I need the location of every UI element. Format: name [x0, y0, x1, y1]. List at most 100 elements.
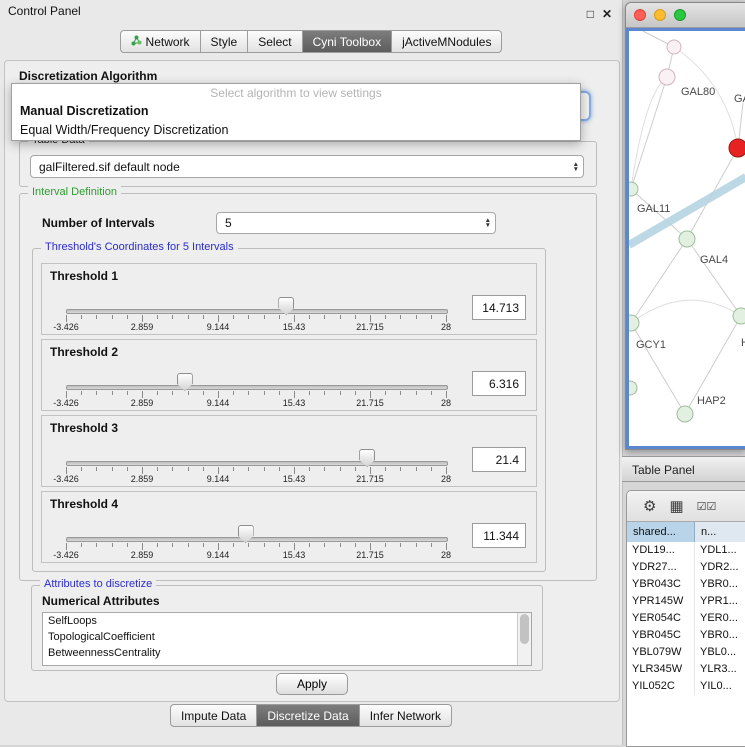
network-node[interactable] — [659, 69, 675, 85]
tab-cyni-toolbox[interactable]: Cyni Toolbox — [303, 30, 392, 53]
network-node[interactable] — [729, 139, 745, 157]
slider-track[interactable] — [66, 537, 448, 542]
zoom-window-icon[interactable] — [674, 9, 686, 21]
column-header-shared-name[interactable]: shared... — [627, 522, 695, 542]
table-data-combo-value: galFiltered.sif default node — [39, 160, 180, 174]
threshold-label: Threshold 3 — [50, 421, 118, 435]
tick-mark — [446, 467, 447, 474]
tick-mark — [431, 315, 432, 319]
network-node[interactable] — [667, 40, 681, 54]
network-node[interactable] — [733, 308, 745, 324]
table-cell: YER054C — [627, 610, 695, 627]
threshold-value-field[interactable]: 14.713 — [472, 295, 526, 320]
tick-mark — [279, 543, 280, 547]
table-window: ⚙ ▦ ☑☑ shared... n... YDL19...YDL1...YDR… — [626, 490, 745, 747]
network-node[interactable] — [629, 182, 638, 196]
threshold-value-field[interactable]: 21.4 — [472, 447, 526, 472]
tab-infer-network[interactable]: Infer Network — [360, 704, 452, 727]
network-node[interactable] — [629, 381, 637, 395]
table-panel-header: Table Panel — [622, 456, 745, 482]
table-cell: YIL0... — [695, 678, 745, 695]
table-row[interactable]: YIL052CYIL0... — [627, 678, 745, 695]
network-node[interactable] — [679, 231, 695, 247]
tab-select[interactable]: Select — [248, 30, 302, 53]
slider-track[interactable] — [66, 461, 448, 466]
tab-label: Impute Data — [181, 709, 246, 723]
network-edge[interactable] — [631, 323, 685, 414]
table-row[interactable]: YBR043CYBR0... — [627, 576, 745, 593]
tab-jactivemnodules[interactable]: jActiveMNodules — [392, 30, 502, 53]
tab-label: Cyni Toolbox — [313, 35, 381, 49]
network-node-label: GCY1 — [636, 339, 666, 351]
network-edge[interactable] — [631, 77, 667, 189]
scale-label: 9.144 — [207, 398, 230, 408]
list-item[interactable]: SelfLoops — [43, 613, 531, 629]
table-cell: YLR345W — [627, 661, 695, 678]
table-rows: YDL19...YDL1...YDR27...YDR2...YBR043CYBR… — [627, 542, 745, 746]
threshold-value-field[interactable]: 6.316 — [472, 371, 526, 396]
algorithm-option[interactable]: Manual Discretization — [12, 102, 580, 121]
table-row[interactable]: YBL079WYBL0... — [627, 644, 745, 661]
tick-mark — [340, 315, 341, 319]
minimize-window-icon[interactable] — [654, 9, 666, 21]
network-tab-icon — [131, 35, 142, 49]
network-node-label: GAL80 — [681, 86, 715, 98]
tick-mark — [233, 315, 234, 319]
tab-network[interactable]: Network — [120, 30, 201, 53]
apply-button[interactable]: Apply — [276, 673, 348, 695]
scrollbar-thumb[interactable] — [520, 614, 529, 644]
number-of-intervals-combo[interactable]: 5 ▲▼ — [216, 212, 496, 234]
slider-track[interactable] — [66, 309, 448, 314]
list-item[interactable]: TopologicalCoefficient — [43, 629, 531, 645]
table-row[interactable]: YPR145WYPR1... — [627, 593, 745, 610]
tick-mark — [279, 315, 280, 319]
select-all-icon[interactable]: ☑☑ — [697, 500, 717, 513]
tab-discretize-data[interactable]: Discretize Data — [257, 704, 359, 727]
columns-icon[interactable]: ▦ — [669, 497, 683, 515]
table-row[interactable]: YLR345WYLR3... — [627, 661, 745, 678]
gear-icon[interactable]: ⚙ — [643, 497, 656, 515]
tick-mark — [294, 391, 295, 398]
thresholds-group: Threshold's Coordinates for 5 Intervals … — [32, 248, 546, 572]
tab-impute-data[interactable]: Impute Data — [170, 704, 257, 727]
tick-mark — [96, 391, 97, 395]
slider-track[interactable] — [66, 385, 448, 390]
network-edge[interactable] — [687, 239, 741, 316]
close-panel-icon[interactable]: ✕ — [602, 3, 612, 25]
bottom-tabs: Impute Data Discretize Data Infer Network — [0, 704, 622, 727]
numerical-attributes-label: Numerical Attributes — [42, 594, 160, 608]
list-item[interactable]: BetweennessCentrality — [43, 645, 531, 661]
network-canvas-svg: GAL80GAGAL11GAL4GCY1HHAP2 — [629, 31, 745, 448]
table-cell: YBL0... — [695, 644, 745, 661]
tick-mark — [355, 315, 356, 319]
table-row[interactable]: YER054CYER0... — [627, 610, 745, 627]
float-window-icon[interactable]: □ — [587, 3, 594, 25]
tick-mark — [233, 391, 234, 395]
network-edge[interactable] — [631, 239, 687, 323]
scale-label: 15.43 — [283, 550, 306, 560]
table-data-combo[interactable]: galFiltered.sif default node ▲▼ — [30, 155, 584, 178]
tab-label: Select — [258, 35, 291, 49]
network-node-label: GAL11 — [637, 203, 670, 215]
tab-label: Style — [211, 35, 238, 49]
numerical-attributes-list[interactable]: SelfLoopsTopologicalCoefficientBetweenne… — [42, 612, 532, 666]
tick-mark — [66, 467, 67, 474]
table-row[interactable]: YBR045CYBR0... — [627, 627, 745, 644]
table-row[interactable]: YDL19...YDL1... — [627, 542, 745, 559]
threshold-value-field[interactable]: 11.344 — [472, 523, 526, 548]
close-window-icon[interactable] — [634, 9, 646, 21]
tick-mark — [81, 315, 82, 319]
network-node[interactable] — [677, 406, 693, 422]
network-canvas[interactable]: GAL80GAGAL11GAL4GCY1HHAP2 — [626, 28, 745, 449]
tab-style[interactable]: Style — [201, 30, 249, 53]
table-data-group: Table Data galFiltered.sif default node … — [19, 141, 597, 187]
tab-label: Discretize Data — [267, 709, 348, 723]
network-node[interactable] — [629, 315, 639, 331]
column-header-name[interactable]: n... — [695, 522, 745, 542]
list-scrollbar[interactable] — [517, 613, 531, 665]
algorithm-option[interactable]: Equal Width/Frequency Discretization — [12, 121, 580, 140]
tick-mark — [218, 315, 219, 322]
tick-mark — [157, 391, 158, 395]
table-row[interactable]: YDR27...YDR2... — [627, 559, 745, 576]
scale-label: 21.715 — [356, 398, 384, 408]
